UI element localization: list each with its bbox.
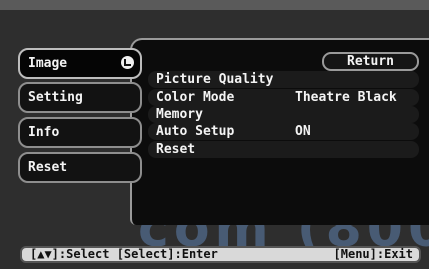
sidebar-item-label: Setting xyxy=(28,90,83,105)
menu-item-label: Color Mode xyxy=(156,90,235,105)
menu-item-value: ON xyxy=(295,124,311,139)
sidebar-item-image[interactable]: Image xyxy=(18,48,142,79)
menu-item-memory[interactable]: Memory xyxy=(148,106,419,123)
menu-item-reset[interactable]: Reset xyxy=(148,141,419,158)
top-background-band xyxy=(0,0,429,10)
sidebar-item-label: Info xyxy=(28,125,60,140)
menu-item-label: Reset xyxy=(156,142,196,157)
sidebar-item-label: Image xyxy=(28,56,68,71)
status-hint-select-enter: [▲▼]:Select [Select]:Enter xyxy=(30,247,218,261)
menu-item-label: Memory xyxy=(156,107,203,122)
menu-item-label: Picture Quality xyxy=(156,72,274,87)
menu-item-color-mode[interactable]: Color Mode Theatre Black xyxy=(148,89,419,106)
sidebar-item-reset[interactable]: Reset xyxy=(18,152,142,183)
status-hint-exit: [Menu]:Exit xyxy=(333,247,413,261)
menu-item-picture-quality[interactable]: Picture Quality xyxy=(148,71,419,88)
enter-arrow-icon xyxy=(121,56,134,69)
sidebar-item-label: Reset xyxy=(28,160,68,175)
menu-item-auto-setup[interactable]: Auto Setup ON xyxy=(148,123,419,140)
menu-item-value: Theatre Black xyxy=(295,90,397,105)
status-bar: [▲▼]:Select [Select]:Enter [Menu]:Exit xyxy=(20,246,421,263)
menu-item-label: Auto Setup xyxy=(156,124,235,139)
return-button[interactable]: Return xyxy=(322,52,419,71)
sidebar-item-setting[interactable]: Setting xyxy=(18,82,142,113)
sidebar-item-info[interactable]: Info xyxy=(18,117,142,148)
